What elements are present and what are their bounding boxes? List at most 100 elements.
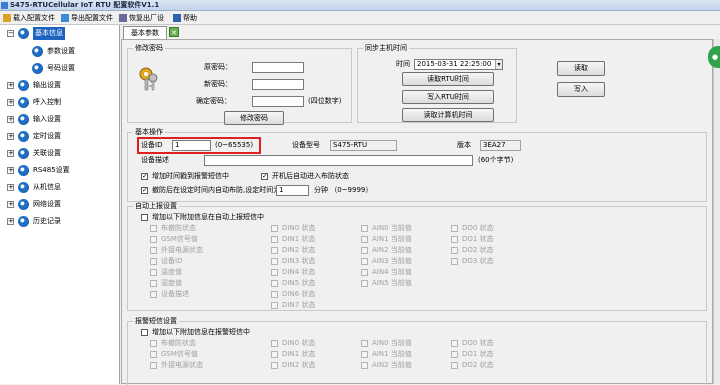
option-label: AIN5 当前值: [372, 279, 412, 287]
option-checkbox[interactable]: [271, 362, 278, 369]
disarm-rearm-option-label: 撤防后在设定时间内自动布防,设定时间为：: [152, 186, 288, 194]
option-checkbox[interactable]: [361, 258, 368, 265]
collapse-icon[interactable]: −: [7, 30, 14, 37]
rearm-minutes-field[interactable]: 1: [276, 185, 309, 196]
option-checkbox[interactable]: [150, 225, 157, 232]
side-widget-badge[interactable]: ●: [708, 46, 720, 68]
option-checkbox[interactable]: [361, 340, 368, 347]
option-checkbox[interactable]: [150, 269, 157, 276]
option-checkbox[interactable]: [361, 269, 368, 276]
expand-icon[interactable]: +: [7, 184, 14, 191]
option-checkbox[interactable]: [271, 236, 278, 243]
option-label: DO1 状态: [462, 350, 494, 358]
option-checkbox[interactable]: [150, 340, 157, 347]
option-checkbox[interactable]: [451, 236, 458, 243]
option-checkbox[interactable]: [150, 351, 157, 358]
option-checkbox[interactable]: [150, 362, 157, 369]
option-checkbox[interactable]: [361, 362, 368, 369]
option-checkbox[interactable]: [451, 247, 458, 254]
option-checkbox[interactable]: [361, 351, 368, 358]
menu-export[interactable]: 导出配置文件: [60, 12, 116, 24]
menu-restore[interactable]: 恢复出厂设置: [118, 12, 170, 34]
sync-time-group: 同步主机时间 时间 2015-03-31 22:25:00 ▾ 读取RTU时间 …: [357, 44, 517, 123]
option-checkbox[interactable]: [271, 340, 278, 347]
old-password-label: 原密码：: [204, 63, 232, 71]
option-checkbox[interactable]: [361, 280, 368, 287]
option-checkbox[interactable]: [361, 236, 368, 243]
option-checkbox[interactable]: [150, 247, 157, 254]
option-checkbox[interactable]: [451, 351, 458, 358]
menu-import[interactable]: 载入配置文件: [2, 12, 58, 24]
alarm-sms-enable-checkbox[interactable]: [141, 329, 148, 336]
old-password-field[interactable]: [252, 62, 304, 73]
tab-basic-params[interactable]: 基本参数: [123, 26, 167, 39]
option-checkbox[interactable]: [271, 280, 278, 287]
option-label: AIN0 当前值: [372, 224, 412, 232]
disarm-rearm-checkbox[interactable]: [141, 187, 148, 194]
expand-icon[interactable]: +: [7, 201, 14, 208]
option-checkbox[interactable]: [451, 340, 458, 347]
tree-item-label: 呼入控制: [33, 98, 61, 106]
option-checkbox[interactable]: [271, 225, 278, 232]
expand-icon[interactable]: +: [7, 150, 14, 157]
expand-icon[interactable]: +: [7, 133, 14, 140]
option-checkbox[interactable]: [150, 258, 157, 265]
expand-icon[interactable]: +: [7, 116, 14, 123]
option-checkbox[interactable]: [361, 225, 368, 232]
time-value: 2015-03-31 22:25:00: [417, 60, 492, 68]
expand-icon[interactable]: +: [7, 99, 14, 106]
option-checkbox[interactable]: [361, 247, 368, 254]
option-label: AIN2 当前值: [372, 246, 412, 254]
auto-report-enable-label: 增加以下附加信息在自动上报短信中: [152, 213, 264, 221]
device-id-field[interactable]: 1: [172, 140, 211, 151]
timestamp-checkbox[interactable]: [141, 173, 148, 180]
option-label: GSM信号值: [161, 350, 198, 358]
write-rtu-time-button[interactable]: 写入RTU时间: [402, 90, 494, 104]
new-password-field[interactable]: [252, 79, 304, 90]
option-label: DIN1 状态: [282, 235, 316, 243]
option-checkbox[interactable]: [150, 236, 157, 243]
option-checkbox[interactable]: [271, 291, 278, 298]
change-password-button[interactable]: 修改密码: [224, 111, 284, 125]
option-label: AIN0 当前值: [372, 339, 412, 347]
time-picker[interactable]: 2015-03-31 22:25:00: [414, 59, 503, 70]
rearm-minutes-unit: 分钟 （0~9999）: [314, 186, 373, 194]
vertical-scrollbar[interactable]: [713, 39, 720, 384]
option-checkbox[interactable]: [271, 247, 278, 254]
option-checkbox[interactable]: [451, 362, 458, 369]
confirm-password-field[interactable]: [252, 96, 304, 107]
read-button[interactable]: 读取: [557, 61, 605, 76]
option-checkbox[interactable]: [150, 291, 157, 298]
expand-icon[interactable]: +: [7, 82, 14, 89]
auto-report-enable-checkbox[interactable]: [141, 214, 148, 221]
model-field: S475-RTU: [330, 140, 397, 151]
option-label: AIN2 当前值: [372, 361, 412, 369]
time-label: 时间: [396, 60, 410, 68]
globe-icon: [18, 165, 29, 176]
description-field[interactable]: [204, 155, 473, 166]
option-checkbox[interactable]: [271, 258, 278, 265]
sync-time-group-title: 同步主机时间: [363, 44, 409, 52]
option-checkbox[interactable]: [271, 351, 278, 358]
option-checkbox[interactable]: [451, 258, 458, 265]
option-label: DIN2 状态: [282, 361, 316, 369]
read-pc-time-button[interactable]: 读取计算机时间: [402, 108, 494, 122]
tree-item-label: 从机信息: [33, 183, 61, 191]
option-checkbox[interactable]: [271, 302, 278, 309]
option-label: 布撤防状态: [161, 224, 196, 232]
write-button[interactable]: 写入: [557, 82, 605, 97]
expand-icon[interactable]: +: [7, 218, 14, 225]
option-checkbox[interactable]: [451, 225, 458, 232]
option-checkbox[interactable]: [271, 269, 278, 276]
expand-icon[interactable]: +: [7, 167, 14, 174]
read-rtu-time-button[interactable]: 读取RTU时间: [402, 72, 494, 86]
export-icon: [61, 14, 69, 22]
option-label: 外接电源状态: [161, 361, 203, 369]
globe-icon: [18, 216, 29, 227]
chevron-down-icon[interactable]: ▾: [495, 60, 502, 69]
menu-help[interactable]: 帮助: [172, 12, 202, 24]
auto-arm-checkbox[interactable]: [261, 173, 268, 180]
option-checkbox[interactable]: [150, 280, 157, 287]
auto-report-group: 自动上报设置 增加以下附加信息在自动上报短信中 布撤防状态 GSM信号值 外接电源状…: [127, 202, 707, 311]
close-tab-icon[interactable]: ✕: [169, 27, 179, 37]
